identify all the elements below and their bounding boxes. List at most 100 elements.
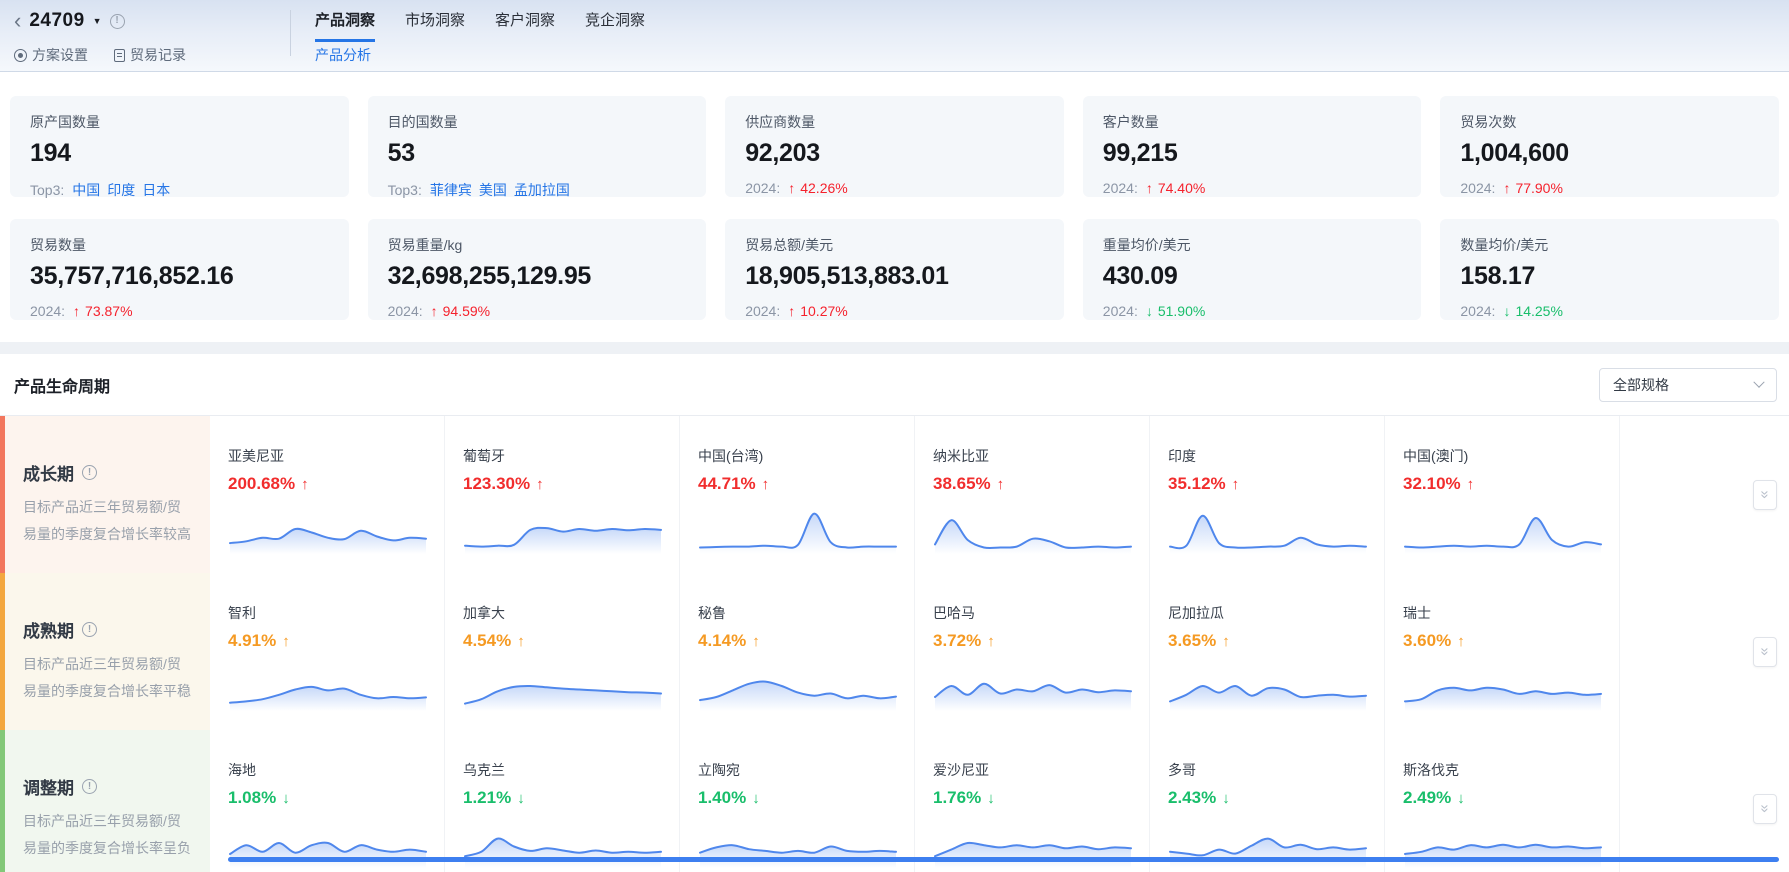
country-link[interactable]: 菲律宾 xyxy=(430,180,472,200)
dashboard-page: ‹ 24709 ▼ ! 方案设置 贸易记录 产品洞察市场洞察客户洞察竞企洞察 产… xyxy=(0,0,1789,872)
stage-info-icon[interactable]: ! xyxy=(82,622,97,637)
country-trend-cell[interactable]: 秘鲁4.14%↑ xyxy=(680,573,915,730)
stat-card: 重量均价/美元430.092024:↓51.90% xyxy=(1083,219,1422,320)
stat-card: 客户数量99,2152024:↑74.40% xyxy=(1083,96,1422,197)
row-actions: » xyxy=(1620,573,1789,730)
growth-rate: 4.14%↑ xyxy=(698,631,914,651)
country-trend-cell[interactable]: 中国(澳门)32.10%↑ xyxy=(1385,416,1620,573)
up-arrow-icon: ↑ xyxy=(1146,180,1153,196)
back-icon[interactable]: ‹ xyxy=(14,12,21,30)
growth-rate: 1.40%↓ xyxy=(698,788,914,808)
down-arrow-icon: ↓ xyxy=(1503,303,1510,319)
down-arrow-icon: ↓ xyxy=(987,790,995,807)
yoy-prefix: 2024: xyxy=(1103,303,1138,319)
country-link[interactable]: 日本 xyxy=(142,180,170,200)
main-nav: 产品洞察市场洞察客户洞察竞企洞察 产品分析 xyxy=(315,0,645,71)
stat-sub: 2024:↑94.59% xyxy=(388,303,687,319)
trend-sparkline xyxy=(1168,502,1368,554)
up-arrow-icon: ↑ xyxy=(997,476,1005,493)
subtab-product-analysis[interactable]: 产品分析 xyxy=(315,45,645,65)
country-link[interactable]: 中国 xyxy=(72,180,100,200)
country-trend-cell[interactable]: 海地1.08%↓ xyxy=(210,730,445,872)
up-arrow-icon: ↑ xyxy=(987,633,995,650)
country-trend-cell[interactable]: 加拿大4.54%↑ xyxy=(445,573,680,730)
expand-row-button[interactable]: » xyxy=(1753,480,1777,510)
stage-info-icon[interactable]: ! xyxy=(82,465,97,480)
down-arrow-icon: ↓ xyxy=(752,790,760,807)
lifecycle-header: 产品生命周期 全部规格 xyxy=(0,354,1789,415)
trade-records-label: 贸易记录 xyxy=(130,45,186,65)
yoy-prefix: 2024: xyxy=(1103,180,1138,196)
country-link[interactable]: 孟加拉国 xyxy=(514,180,570,200)
country-trend-cell[interactable]: 印度35.12%↑ xyxy=(1150,416,1385,573)
stat-label: 数量均价/美元 xyxy=(1460,235,1759,255)
tab-3[interactable]: 客户洞察 xyxy=(495,9,555,42)
trend-sparkline xyxy=(463,659,663,711)
stat-sub: 2024:↑42.26% xyxy=(745,180,1044,196)
country-trend-cell[interactable]: 立陶宛 1.40%↓ xyxy=(680,730,915,872)
spec-filter-select[interactable]: 全部规格 xyxy=(1599,368,1777,402)
page-title: 24709 xyxy=(29,10,84,32)
country-trend-cell[interactable]: 亚美尼亚200.68%↑ xyxy=(210,416,445,573)
yoy-trend: ↑42.26% xyxy=(788,180,847,196)
stat-sub: 2024:↓14.25% xyxy=(1460,303,1759,319)
up-arrow-icon: ↑ xyxy=(1467,476,1475,493)
country-trend-cell[interactable]: 多哥2.43%↓ xyxy=(1150,730,1385,872)
trade-records-link[interactable]: 贸易记录 xyxy=(114,45,186,65)
country-name: 斯洛伐克 xyxy=(1403,760,1619,780)
country-trend-cell[interactable]: 尼加拉瓜3.65%↑ xyxy=(1150,573,1385,730)
stat-sub: 2024: ↑10.27% xyxy=(745,303,1044,319)
yoy-trend: ↓51.90% xyxy=(1146,303,1205,319)
country-trend-cell[interactable]: 中国(台湾)44.71%↑ xyxy=(680,416,915,573)
country-trend-cell[interactable]: 斯洛伐克2.49%↓ xyxy=(1385,730,1620,872)
top3-prefix: Top3: xyxy=(388,182,422,198)
country-trend-cell[interactable]: 瑞士3.60%↑ xyxy=(1385,573,1620,730)
country-link[interactable]: 印度 xyxy=(107,180,135,200)
horizontal-scrollbar[interactable] xyxy=(228,857,1779,862)
country-name: 印度 xyxy=(1168,446,1384,466)
yoy-prefix: 2024: xyxy=(745,303,780,319)
country-name: 立陶宛 xyxy=(698,760,914,780)
country-trend-cell[interactable]: 巴哈马3.72%↑ xyxy=(915,573,1150,730)
country-trend-cell[interactable]: 乌克兰1.21%↓ xyxy=(445,730,680,872)
country-name: 中国(澳门) xyxy=(1403,446,1619,466)
growth-rate: 3.65%↑ xyxy=(1168,631,1384,651)
expand-row-button[interactable]: » xyxy=(1753,637,1777,667)
stats-cards-section: 原产国数量194Top3:中国印度日本目的国数量53Top3:菲律宾美国孟加拉国… xyxy=(0,72,1789,320)
country-trend-cell[interactable]: 葡萄牙123.30%↑ xyxy=(445,416,680,573)
down-arrow-icon: ↓ xyxy=(1222,790,1230,807)
yoy-trend: ↑77.90% xyxy=(1503,180,1562,196)
stat-value: 158.17 xyxy=(1460,262,1759,291)
stage-info-icon[interactable]: ! xyxy=(82,779,97,794)
plan-settings-link[interactable]: 方案设置 xyxy=(14,45,88,65)
expand-row-button[interactable]: » xyxy=(1753,794,1777,824)
trend-sparkline xyxy=(228,659,428,711)
up-arrow-icon: ↑ xyxy=(1503,180,1510,196)
country-trend-cell[interactable]: 纳米比亚38.65%↑ xyxy=(915,416,1150,573)
main-tabs: 产品洞察市场洞察客户洞察竞企洞察 xyxy=(315,9,645,42)
section-separator xyxy=(0,342,1789,354)
lifecycle-row: 调整期!目标产品近三年贸易额/贸易量的季度复合增长率呈负海地1.08%↓乌克兰1… xyxy=(0,730,1789,872)
tab-4[interactable]: 竞企洞察 xyxy=(585,9,645,42)
stat-label: 贸易重量/kg xyxy=(388,235,687,255)
country-trend-cell[interactable]: 智利4.91%↑ xyxy=(210,573,445,730)
title-info-icon[interactable]: ! xyxy=(110,14,125,29)
topbar-divider xyxy=(290,10,291,56)
plan-settings-label: 方案设置 xyxy=(32,45,88,65)
country-link[interactable]: 美国 xyxy=(479,180,507,200)
country-trend-cell[interactable]: 爱沙尼亚1.76%↓ xyxy=(915,730,1150,872)
trend-sparkline xyxy=(698,659,898,711)
tab-1[interactable]: 产品洞察 xyxy=(315,9,375,42)
down-arrow-icon: ↓ xyxy=(517,790,525,807)
stat-value: 430.09 xyxy=(1103,262,1402,291)
up-arrow-icon: ↑ xyxy=(301,476,309,493)
stat-label: 供应商数量 xyxy=(745,112,1044,132)
yoy-trend: ↑10.27% xyxy=(788,303,847,319)
tab-2[interactable]: 市场洞察 xyxy=(405,9,465,42)
title-dropdown-caret-icon[interactable]: ▼ xyxy=(93,16,102,26)
country-name: 瑞士 xyxy=(1403,603,1619,623)
country-name: 乌克兰 xyxy=(463,760,679,780)
lifecycle-row: 成长期!目标产品近三年贸易额/贸易量的季度复合增长率较高亚美尼亚200.68%↑… xyxy=(0,416,1789,573)
growth-rate: 1.08%↓ xyxy=(228,788,444,808)
topbar-left: ‹ 24709 ▼ ! 方案设置 贸易记录 xyxy=(14,0,290,71)
